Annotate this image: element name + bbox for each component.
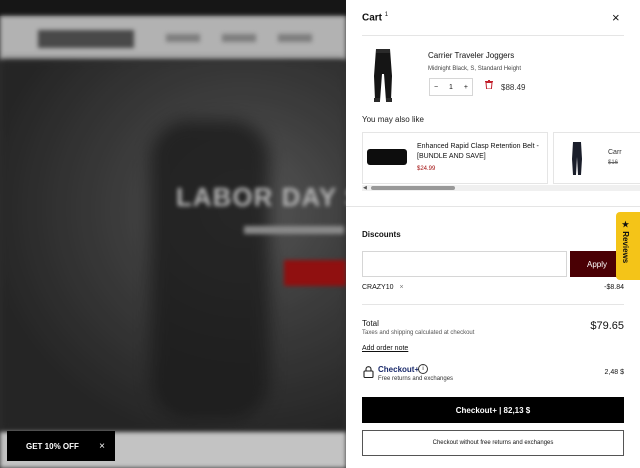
scroll-left-icon[interactable]: ◀ xyxy=(363,185,367,191)
carousel-scrollbar[interactable]: ◀ xyxy=(362,185,640,191)
discounts-title: Discounts xyxy=(362,230,401,239)
discount-code-input[interactable] xyxy=(362,251,567,277)
belt-image xyxy=(367,149,407,165)
reviews-tab[interactable]: ★ Reviews xyxy=(616,212,640,280)
applied-discount: CRAZY10 × xyxy=(362,284,404,291)
recommendations-carousel: Enhanced Rapid Clasp Retention Belt - [B… xyxy=(362,132,640,184)
checkout-plus-price: 2,48 $ xyxy=(604,369,624,376)
discount-amount: -$8.84 xyxy=(604,284,624,291)
checkout-plus-subtitle: Free returns and exchanges xyxy=(378,376,454,382)
cart-count: 1 xyxy=(384,12,389,18)
recommendation-price: $16 xyxy=(608,160,619,166)
total-label: Total xyxy=(362,319,379,328)
promo-close-icon[interactable]: × xyxy=(99,441,105,452)
discount-code: CRAZY10 xyxy=(362,284,394,291)
recommendation-card[interactable]: Enhanced Rapid Clasp Retention Belt - [B… xyxy=(362,132,548,184)
checkout-plus-button[interactable]: Checkout+ | 82,13 $ xyxy=(362,397,624,423)
reviews-tab-label[interactable]: ★ Reviews xyxy=(621,220,630,263)
recommendation-card[interactable]: Carr $16 xyxy=(553,132,640,184)
joggers-image xyxy=(572,142,582,175)
joggers-image xyxy=(374,49,392,102)
trash-icon[interactable] xyxy=(485,80,493,89)
recommendations-title: You may also like xyxy=(362,115,424,124)
qty-decrease-button[interactable]: − xyxy=(434,84,438,91)
recommendation-name[interactable]: Carr xyxy=(608,149,622,156)
close-icon[interactable]: × xyxy=(612,10,620,25)
qty-value[interactable]: 1 xyxy=(449,84,453,91)
product-name[interactable]: Carrier Traveler Joggers xyxy=(428,51,514,60)
product-variant: Midnight Black, S, Standard Height xyxy=(428,66,522,72)
promo-label[interactable]: GET 10% OFF xyxy=(26,442,79,451)
divider xyxy=(362,35,624,36)
qty-increase-button[interactable]: + xyxy=(464,84,468,91)
cart-drawer: Cart 1 × Carrier Traveler Joggers Midnig… xyxy=(346,0,640,468)
divider xyxy=(346,206,640,207)
add-order-note-link[interactable]: Add order note xyxy=(362,345,408,352)
cart-title-text: Cart xyxy=(362,12,383,24)
total-note: Taxes and shipping calculated at checkou… xyxy=(362,330,475,336)
drawer-backdrop[interactable] xyxy=(0,0,346,468)
quantity-stepper: − 1 + xyxy=(429,78,473,96)
recommendation-name[interactable]: Enhanced Rapid Clasp Retention Belt - [B… xyxy=(417,142,545,162)
product-price: $88.49 xyxy=(501,83,526,92)
checkout-without-returns-button[interactable]: Checkout without free returns and exchan… xyxy=(362,430,624,456)
recommendation-price: $24.99 xyxy=(417,166,436,172)
scrollbar-thumb[interactable] xyxy=(371,186,455,190)
cart-title: Cart 1 xyxy=(362,12,388,23)
checkout-plus-title[interactable]: Checkout+ xyxy=(378,365,419,374)
divider xyxy=(362,304,624,305)
remove-discount-icon[interactable]: × xyxy=(399,284,403,291)
promo-popup[interactable]: GET 10% OFF × xyxy=(7,431,115,461)
total-value: $79.65 xyxy=(590,320,624,332)
lock-icon xyxy=(363,366,374,378)
info-icon[interactable]: i xyxy=(418,364,428,374)
